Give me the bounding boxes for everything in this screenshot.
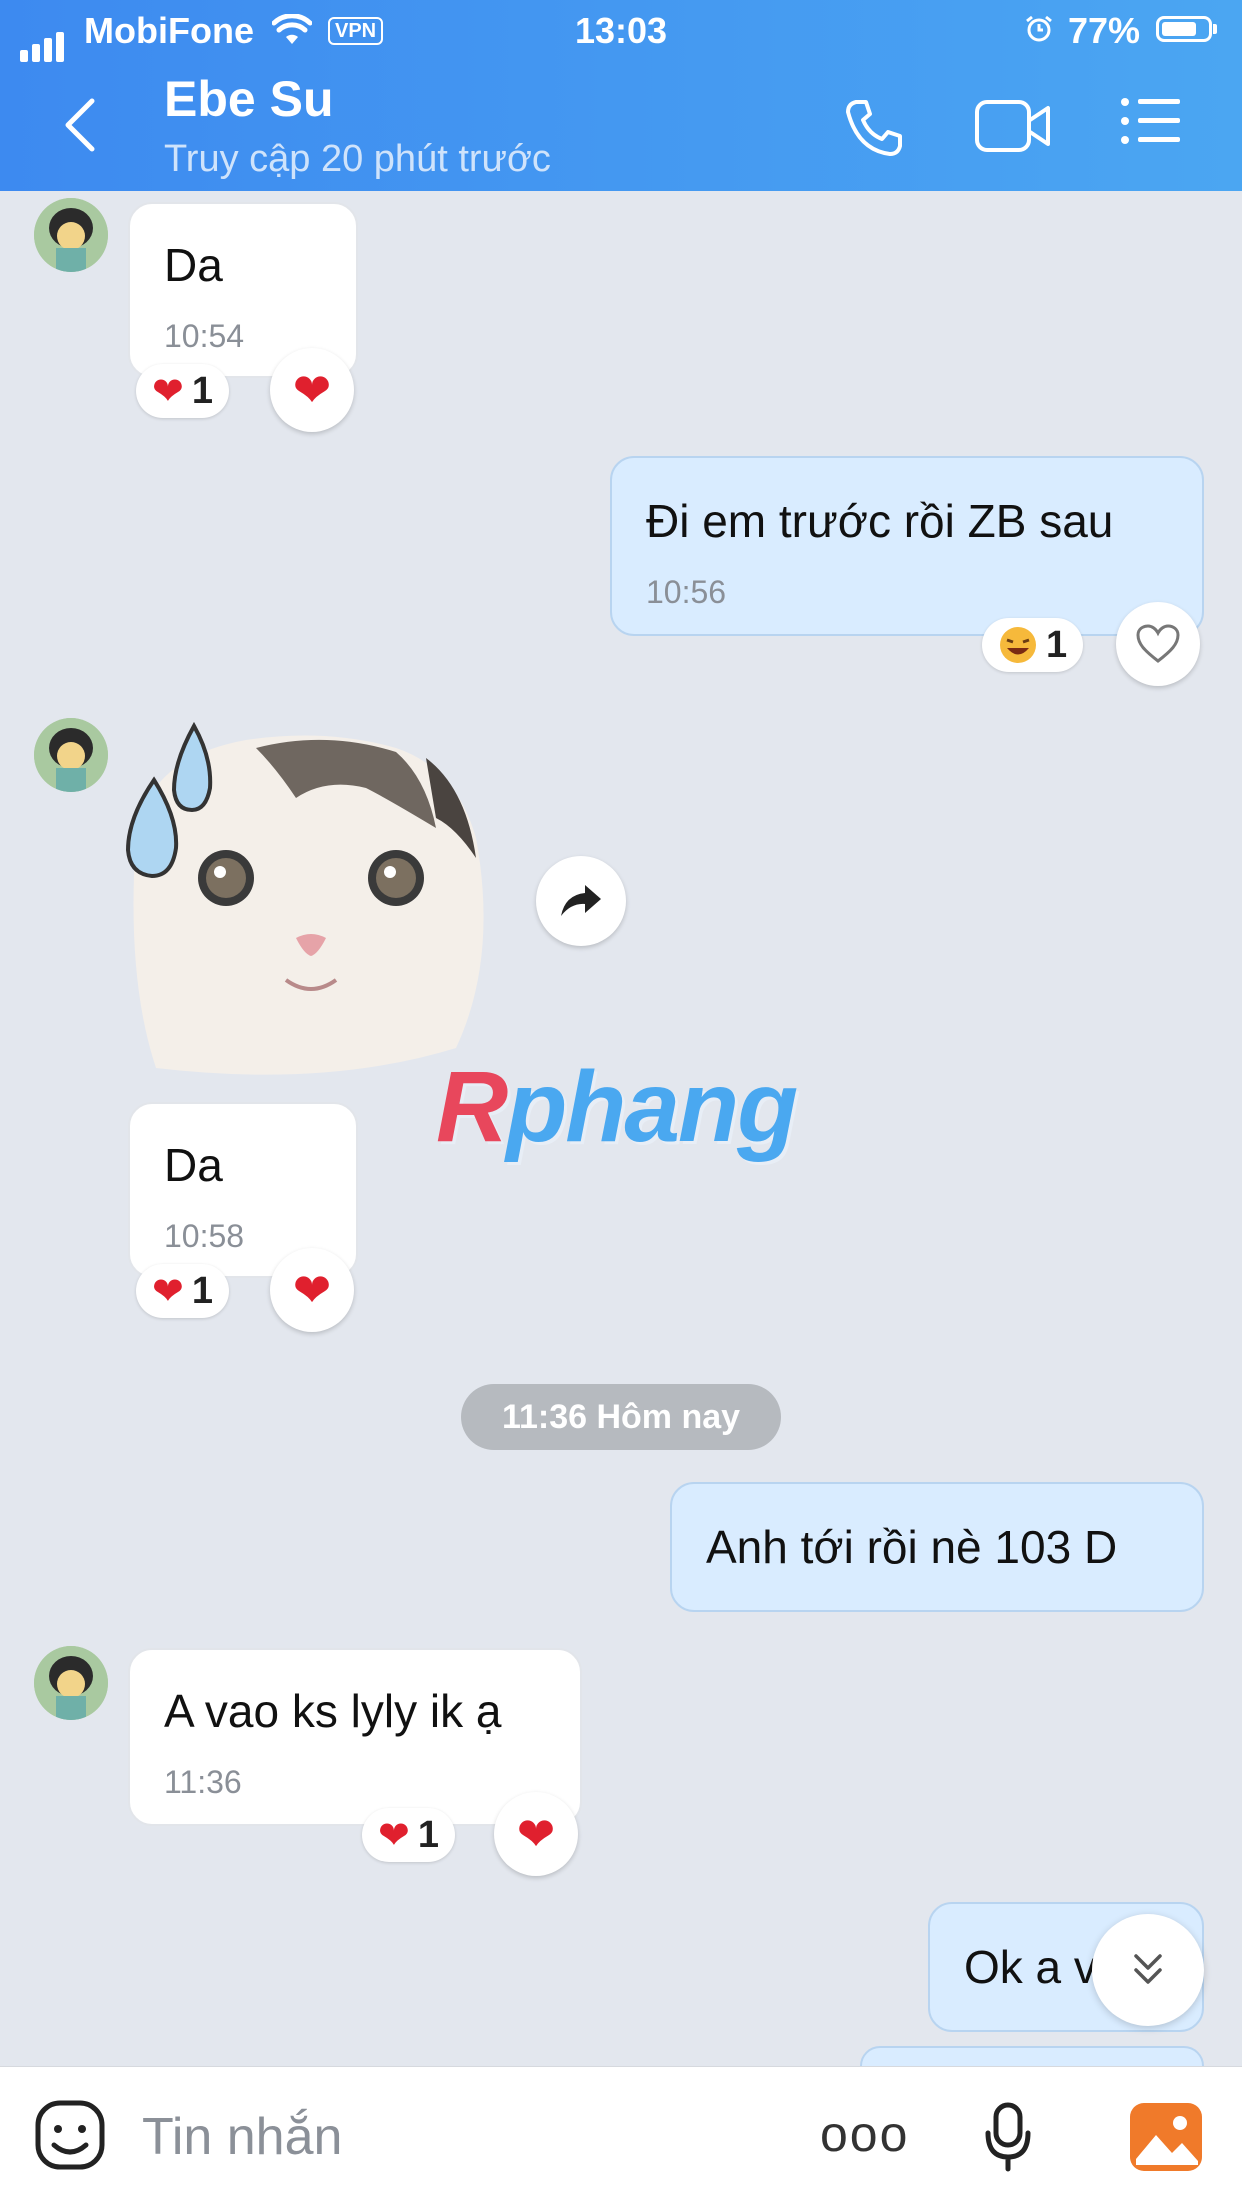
contact-name[interactable]: Ebe Su bbox=[164, 70, 333, 128]
image-gallery-icon[interactable] bbox=[1128, 2101, 1204, 2173]
watermark-r: R bbox=[436, 1051, 508, 1163]
status-bar: MobiFone VPN 13:03 77% bbox=[0, 0, 1242, 62]
microphone-icon[interactable] bbox=[984, 2101, 1032, 2173]
battery-icon bbox=[1156, 16, 1212, 42]
reaction-summary[interactable]: ❤ 1 bbox=[136, 364, 229, 418]
heart-icon: ❤ bbox=[378, 1814, 410, 1857]
message-time: 11:36 bbox=[164, 1764, 242, 1800]
reaction-summary[interactable]: ❤ 1 bbox=[362, 1808, 455, 1862]
react-heart-button[interactable] bbox=[1116, 602, 1200, 686]
message-time: 10:58 bbox=[164, 1218, 245, 1254]
share-button[interactable] bbox=[536, 856, 626, 946]
reaction-count: 1 bbox=[191, 369, 213, 412]
reaction-count: 1 bbox=[417, 1813, 439, 1856]
message-text: Ok a v bbox=[964, 1941, 1097, 1993]
laughing-emoji-icon bbox=[1000, 627, 1036, 663]
reaction-count: 1 bbox=[1046, 623, 1068, 666]
message-text: Da bbox=[164, 239, 223, 291]
back-icon[interactable] bbox=[60, 95, 100, 155]
last-seen: Truy cập 20 phút trước bbox=[164, 138, 551, 180]
reaction-summary[interactable]: ❤ 1 bbox=[136, 1264, 229, 1318]
heart-icon: ❤ bbox=[152, 370, 184, 413]
message-text: Anh tới rồi nè 103 D bbox=[706, 1521, 1118, 1573]
clock: 13:03 bbox=[574, 10, 668, 51]
forward-arrow-icon bbox=[561, 885, 601, 916]
outgoing-message[interactable]: Đi em trước rồi ZB sau 10:56 bbox=[610, 456, 1204, 636]
more-options-icon[interactable]: ooo bbox=[820, 2105, 909, 2163]
heart-icon: ❤ bbox=[292, 1264, 332, 1316]
message-input-bar: Tin nhắn ooo bbox=[0, 2066, 1242, 2209]
contact-avatar[interactable] bbox=[34, 718, 108, 792]
watermark-logo: Rphang bbox=[436, 1050, 798, 1165]
message-input[interactable]: Tin nhắn bbox=[142, 2107, 342, 2167]
phone-call-icon[interactable] bbox=[842, 96, 906, 160]
heart-icon: ❤ bbox=[152, 1270, 184, 1313]
react-heart-button[interactable]: ❤ bbox=[270, 348, 354, 432]
message-time: 10:56 bbox=[646, 574, 727, 610]
heart-outline-icon bbox=[1136, 624, 1180, 663]
scroll-to-bottom-button[interactable] bbox=[1092, 1914, 1204, 2026]
sticker-icon[interactable] bbox=[34, 2099, 106, 2175]
video-call-icon[interactable] bbox=[974, 96, 1052, 156]
heart-icon: ❤ bbox=[516, 1808, 556, 1860]
date-divider: 11:36 Hôm nay bbox=[461, 1384, 781, 1450]
reaction-summary[interactable]: 1 bbox=[982, 618, 1084, 672]
heart-icon: ❤ bbox=[292, 364, 332, 416]
message-text: Da bbox=[164, 1139, 223, 1191]
message-text: Đi em trước rồi ZB sau bbox=[646, 495, 1114, 547]
message-text: A vao ks lyly ik ạ bbox=[164, 1685, 502, 1737]
outgoing-message[interactable]: Anh tới rồi nè 103 D bbox=[670, 1482, 1204, 1612]
menu-icon[interactable] bbox=[1120, 96, 1182, 146]
battery-tip bbox=[1213, 24, 1217, 34]
double-chevron-down-icon bbox=[1134, 1954, 1162, 1984]
contact-avatar[interactable] bbox=[34, 1646, 108, 1720]
react-heart-button[interactable]: ❤ bbox=[270, 1248, 354, 1332]
message-time: 10:54 bbox=[164, 318, 245, 354]
alarm-icon bbox=[1026, 15, 1052, 42]
react-heart-button[interactable]: ❤ bbox=[494, 1792, 578, 1876]
contact-avatar[interactable] bbox=[34, 198, 108, 272]
cat-sticker[interactable] bbox=[126, 718, 498, 1088]
battery-percent: 77% bbox=[1068, 10, 1141, 51]
reaction-count: 1 bbox=[191, 1269, 213, 1312]
watermark-rest: phang bbox=[506, 1051, 798, 1163]
chat-header: MobiFone VPN 13:03 77% Ebe Su Truy cập 2… bbox=[0, 0, 1242, 191]
